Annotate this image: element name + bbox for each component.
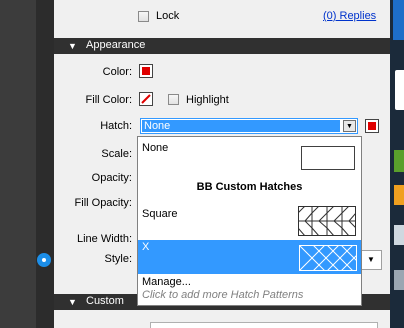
hatch-combobox-value: None — [142, 120, 340, 132]
splitter-dot-icon — [42, 258, 46, 262]
hatch-manage-label: Manage... — [142, 276, 191, 288]
color-swatch[interactable] — [139, 64, 153, 78]
fill-color-label: Fill Color: — [85, 94, 132, 106]
no-fill-slash-icon — [141, 94, 151, 104]
custom-header-label: Custom — [86, 295, 124, 307]
color-label: Color: — [102, 66, 132, 78]
hatch-group-header: BB Custom Hatches — [196, 181, 303, 193]
toolbar-icon-5[interactable] — [394, 225, 404, 245]
hatch-manage-item[interactable]: Manage... — [138, 275, 361, 289]
hatch-color-swatch[interactable] — [365, 119, 379, 133]
scale-label: Scale: — [101, 148, 132, 160]
toolbar-icon-6[interactable] — [394, 270, 404, 290]
hatch-option-none-label: None — [142, 142, 169, 154]
highlight-label: Highlight — [186, 94, 229, 106]
left-window-border — [0, 0, 36, 328]
chevron-down-icon[interactable]: ▼ — [343, 120, 356, 132]
lock-label: Lock — [156, 10, 180, 22]
hatch-option-x-label: X — [142, 241, 150, 253]
custom-collapse-triangle-icon: ▼ — [68, 297, 77, 307]
style-chevron-down-icon: ▼ — [367, 255, 375, 264]
fill-color-swatch[interactable] — [139, 92, 153, 106]
hatch-option-square[interactable]: Square — [138, 200, 361, 240]
hatch-label: Hatch: — [100, 120, 132, 132]
toolbar-icon-4[interactable] — [394, 185, 404, 205]
none-pattern-preview — [301, 146, 355, 170]
splitter-handle[interactable] — [37, 253, 51, 267]
hatch-option-x[interactable]: X — [138, 240, 361, 274]
lock-checkbox[interactable] — [138, 11, 149, 22]
custom-field[interactable] — [150, 322, 378, 328]
toolbar-icon-3[interactable] — [394, 150, 404, 172]
highlight-checkbox[interactable] — [168, 94, 179, 105]
hatch-hint-item[interactable]: Click to add more Hatch Patterns — [138, 289, 361, 303]
hatch-option-none[interactable]: None — [138, 137, 361, 175]
hatch-color-fill-icon — [368, 122, 376, 130]
opacity-label: Opacity: — [91, 172, 132, 184]
color-fill-icon — [142, 67, 150, 75]
hatch-combobox[interactable]: None ▼ — [140, 118, 358, 134]
collapse-triangle-icon: ▼ — [68, 41, 77, 51]
x-pattern-preview — [299, 245, 357, 271]
line-width-label: Line Width: — [76, 233, 132, 245]
appearance-header-label: Appearance — [86, 39, 146, 51]
replies-link[interactable]: (0) Replies — [323, 10, 376, 22]
toolbar-icon-2[interactable] — [395, 70, 404, 110]
appearance-section-header[interactable]: ▼ Appearance — [54, 38, 390, 54]
toolbar-icon-1[interactable] — [393, 0, 404, 40]
square-pattern-preview — [298, 206, 356, 236]
hatch-hint-label: Click to add more Hatch Patterns — [142, 289, 304, 301]
left-rail — [36, 0, 54, 328]
hatch-option-square-label: Square — [142, 208, 178, 220]
style-label: Style: — [104, 253, 132, 265]
fill-opacity-label: Fill Opacity: — [74, 197, 132, 209]
hatch-dropdown-list: None BB Custom Hatches Square X Manage..… — [137, 136, 362, 306]
style-dropdown-button[interactable]: ▼ — [360, 250, 382, 270]
